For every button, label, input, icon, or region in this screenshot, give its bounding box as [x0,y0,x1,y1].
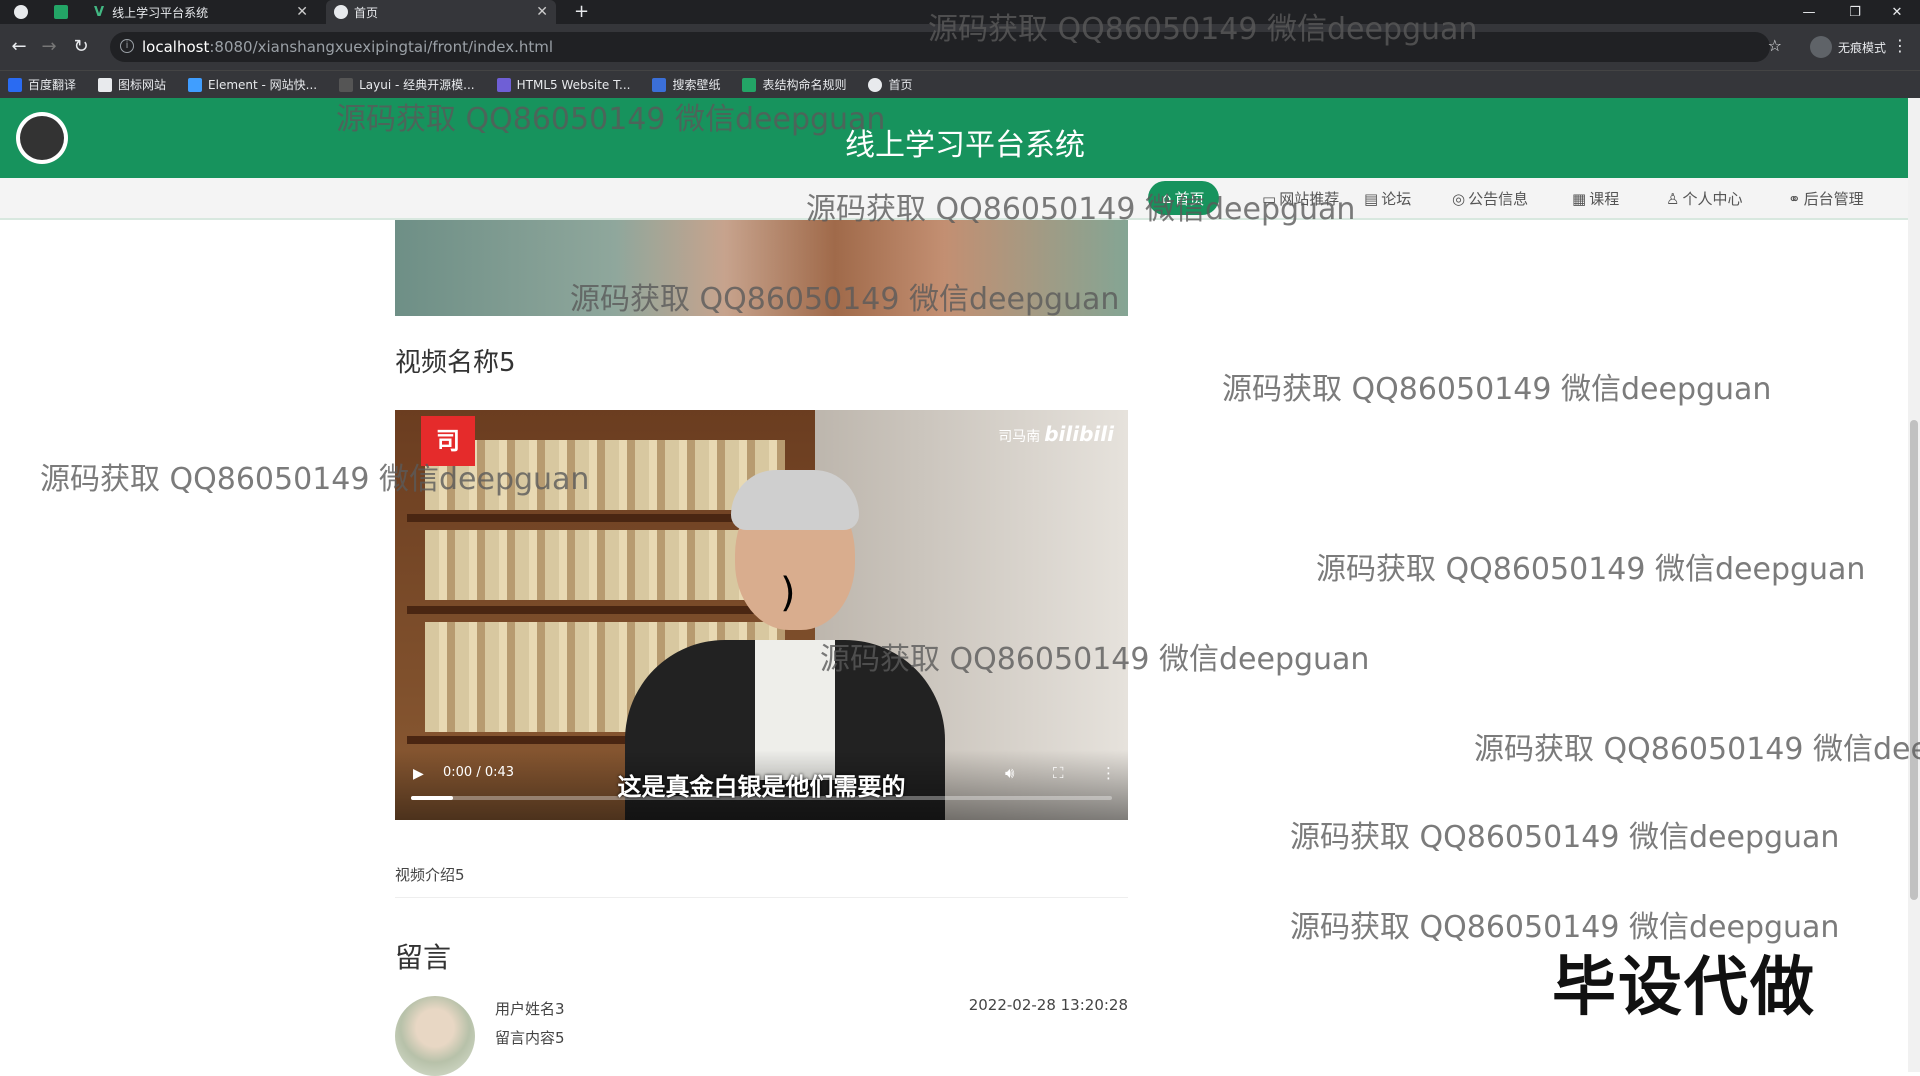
browser-tab-strip: V 线上学习平台系统 ✕ 首页 ✕ + — ❐ ✕ [0,0,1920,24]
restore-icon[interactable]: ❐ [1832,0,1878,24]
forum-icon: ▤ [1364,189,1379,208]
nav-recommend[interactable]: ▭ 网站推荐 [1262,188,1339,209]
minimize-icon[interactable]: — [1786,0,1832,24]
back-icon[interactable]: ← [8,36,30,57]
url-path: :8080/xianshangxuexipingtai/front/index.… [209,38,554,56]
chrome-menu-icon[interactable] [14,5,28,19]
close-icon[interactable]: ✕ [536,4,548,20]
info-icon[interactable]: i [120,39,134,53]
watermark-text: 源码获取 QQ86050149 微信deepguan [1474,732,1920,767]
video-title: 视频名称5 [395,348,516,378]
promo-stamp: 毕设代做 [1552,951,1816,1025]
vue-icon: V [94,4,105,20]
globe-icon: ◎ [1452,189,1466,208]
forward-icon[interactable]: → [38,36,60,57]
globe-icon [868,77,883,92]
video-subtitle: 这是真金白银是他们需要的 [617,773,906,801]
comment-user: 用户姓名3 [495,1000,565,1018]
bookmarks-bar: 百度翻译 图标网站 Element - 网站快... Layui - 经典开源模… [0,70,1920,98]
site-title: 线上学习平台系统 [845,128,1085,163]
home-icon: ⌂ [1162,189,1172,207]
site-header: 线上学习平台系统 [0,98,1908,178]
bookmark-item[interactable]: 首页 [868,76,913,93]
user-icon: ♙ [1666,189,1680,208]
channel-badge: 司 [421,416,475,466]
loading-spinner-icon: ) [780,570,796,616]
nav-personal[interactable]: ♙ 个人中心 [1666,188,1742,209]
watermark-text: 源码获取 QQ86050149 微信deepguan [1290,820,1840,855]
profile-label: 无痕模式 [1837,40,1886,55]
nav-home[interactable]: ⌂ 首页 [1148,181,1219,215]
sheet-app-icon[interactable] [54,5,68,19]
layui-icon [339,77,354,92]
incognito-profile[interactable]: 无痕模式 [1809,36,1886,58]
page-scrollbar[interactable] [1908,98,1920,1072]
tab-home[interactable]: 首页 ✕ [326,0,556,24]
new-tab-button[interactable]: + [574,1,589,22]
comments-title: 留言 [395,941,452,974]
cover-image [395,220,1128,316]
browser-menu-icon[interactable]: ⋮ [1892,36,1908,55]
url-input[interactable]: i localhost:8080/xianshangxuexipingtai/f… [110,32,1770,62]
element-icon [188,77,203,92]
watermark-text: 源码获取 QQ86050149 微信deepguan [1222,372,1772,407]
bookmark-item[interactable]: HTML5 Website T... [496,77,630,92]
html5-icon [496,77,511,92]
bookmark-item[interactable]: Element - 网站快... [188,76,317,93]
translate-icon [8,77,22,92]
flag-icon [98,77,113,92]
tab-learning-platform[interactable]: V 线上学习平台系统 ✕ [86,0,316,24]
comment-time: 2022-02-28 13:20:28 [968,996,1128,1014]
calendar-icon: ▦ [1572,189,1587,208]
bookmark-item[interactable]: 搜索壁纸 [652,76,720,93]
reload-icon[interactable]: ↻ [70,36,92,57]
bookmark-item[interactable]: 百度翻译 [8,76,76,93]
globe-icon [334,5,348,19]
avatar [395,996,475,1076]
nav-course[interactable]: ▦ 课程 [1572,188,1619,209]
nav-notice[interactable]: ◎ 公告信息 [1452,188,1528,209]
tab-label: 线上学习平台系统 [112,5,209,20]
address-bar-area: ← → ↻ i localhost:8080/xianshangxuexipin… [0,24,1920,70]
close-window-icon[interactable]: ✕ [1874,0,1920,24]
close-icon[interactable]: ✕ [296,4,308,20]
wallpaper-icon [652,77,667,92]
comment-item: 用户姓名3 留言内容5 2022-02-28 13:20:28 [395,996,1128,1076]
comment-content: 留言内容5 [495,1029,565,1047]
tab-label: 首页 [354,5,379,20]
main-nav: ⌂ 首页 ▭ 网站推荐 ▤ 论坛 ◎ 公告信息 ▦ 课程 ♙ 个人中心 ⚭ 后台管理 [0,178,1908,220]
url-host: localhost [142,38,210,56]
nav-forum[interactable]: ▤ 论坛 [1364,188,1411,209]
video-description: 视频介绍5 [395,864,1128,898]
nav-admin[interactable]: ⚭ 后台管理 [1788,188,1864,209]
bookmark-item[interactable]: Layui - 经典开源模... [339,76,475,93]
bookmark-item[interactable]: 表结构命名规则 [742,76,846,93]
scrollbar-thumb[interactable] [1910,420,1918,900]
link-icon: ▭ [1262,189,1277,208]
link-icon: ⚭ [1788,189,1801,208]
watermark-text: 源码获取 QQ86050149 微信deepguan [1316,552,1866,587]
bookmark-star-icon[interactable]: ☆ [1768,36,1782,55]
incognito-icon [1809,36,1832,58]
bilibili-watermark: 司马南 bilibili [998,422,1114,446]
video-player[interactable]: 司 司马南 bilibili ) ▶ 0:00 / 0:43 🔊︎ ⛶ ⋮ 这是真… [395,410,1128,820]
sheet-icon [742,77,757,92]
bookmark-item[interactable]: 图标网站 [98,76,166,93]
